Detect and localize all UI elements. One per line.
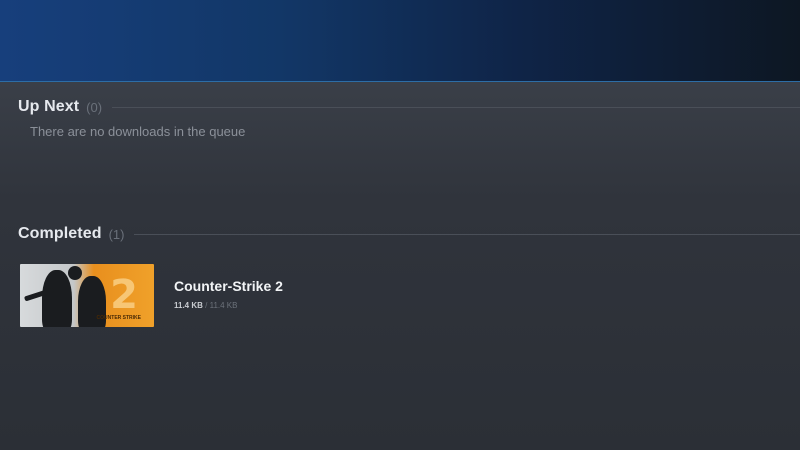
game-capsule-image[interactable]: 2 COUNTER STRIKE (20, 264, 154, 327)
completed-download-item[interactable]: 2 COUNTER STRIKE Counter-Strike 2 11.4 K… (20, 264, 283, 327)
download-item-info: Counter-Strike 2 11.4 KB / 11.4 KB (174, 278, 283, 310)
game-title[interactable]: Counter-Strike 2 (174, 278, 283, 294)
up-next-header: Up Next (0) (18, 96, 800, 118)
size-separator: / (205, 301, 208, 310)
capsule-logo-text: COUNTER STRIKE (96, 315, 141, 321)
completed-count: (1) (108, 226, 125, 242)
up-next-section: Up Next (0) There are no downloads in th… (18, 96, 800, 139)
section-divider (112, 106, 800, 108)
downloaded-size: 11.4 KB (174, 301, 203, 310)
download-size: 11.4 KB / 11.4 KB (174, 301, 283, 310)
up-next-title: Up Next (18, 98, 80, 115)
total-size: 11.4 KB (209, 301, 238, 310)
capsule-figure (68, 266, 82, 280)
header-banner (0, 0, 800, 82)
capsule-figure (42, 270, 72, 327)
up-next-count: (0) (86, 99, 103, 115)
capsule-number: 2 (110, 272, 138, 318)
completed-title: Completed (18, 225, 102, 242)
downloads-page: Up Next (0) There are no downloads in th… (0, 0, 800, 450)
section-divider (134, 233, 800, 235)
queue-empty-message: There are no downloads in the queue (30, 124, 246, 139)
completed-section: Completed (1) (18, 223, 800, 245)
completed-header: Completed (1) (18, 223, 800, 245)
